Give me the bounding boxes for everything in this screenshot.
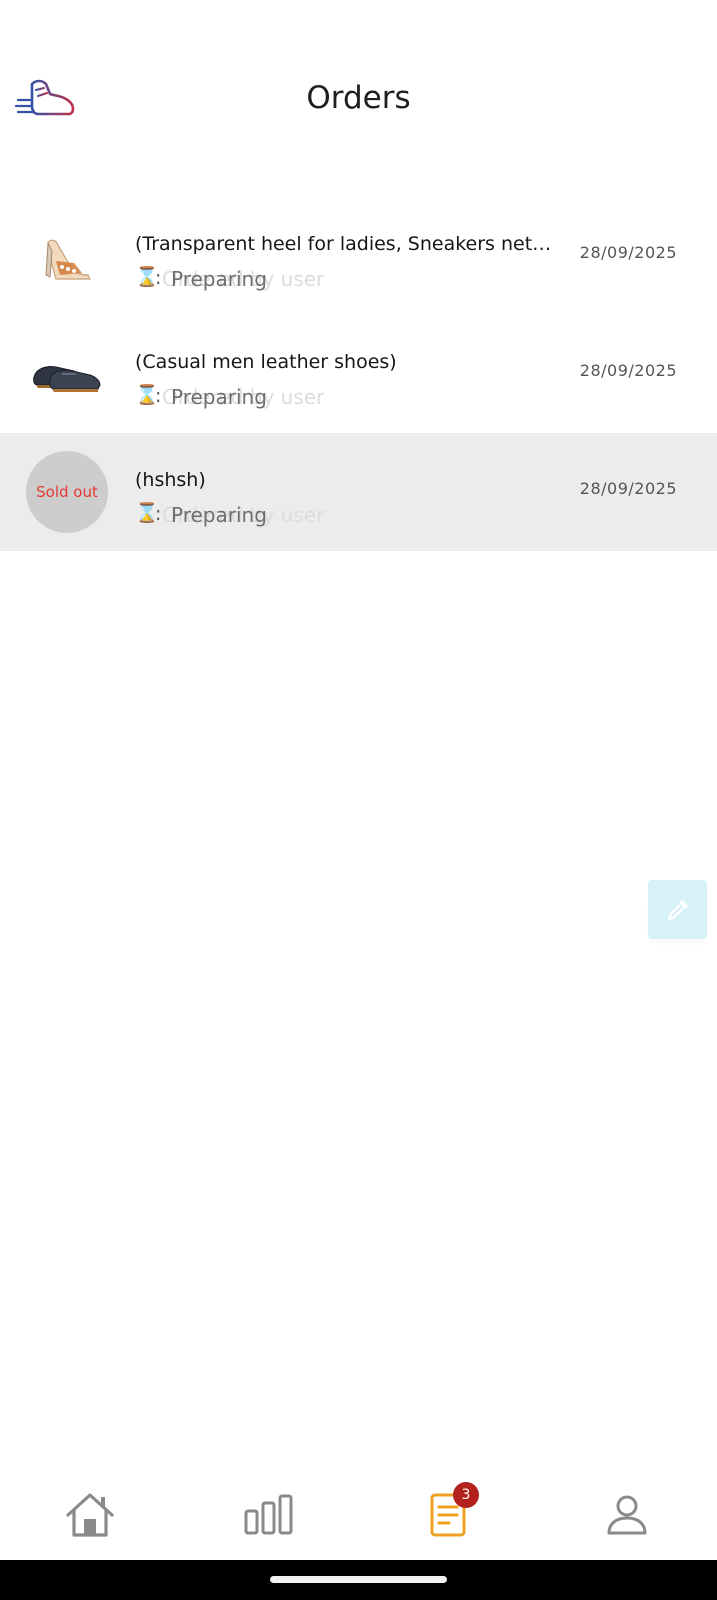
nav-stats[interactable] <box>224 1470 314 1560</box>
order-date: 28/09/2025 <box>579 243 677 262</box>
status-text: Preparing <box>171 267 267 291</box>
order-list: (Transparent heel for ladies, Sneakers n… <box>0 197 717 551</box>
home-icon <box>66 1493 114 1537</box>
user-icon <box>607 1495 647 1535</box>
nav-home[interactable] <box>45 1470 135 1560</box>
order-row-2[interactable]: (Casual men leather shoes) ⌛ : Ordered b… <box>0 315 717 433</box>
sold-out-placeholder: Sold out <box>26 451 108 533</box>
home-gesture-pill[interactable] <box>270 1576 447 1583</box>
sold-out-label: Sold out <box>36 483 98 501</box>
order-row-3[interactable]: Sold out (hshsh) ⌛ : Ordered by user Pre… <box>0 433 717 551</box>
eyedropper-button[interactable] <box>648 880 707 939</box>
order-status: ⌛ : Ordered by user Preparing <box>135 266 325 291</box>
bar-chart-icon <box>244 1494 293 1535</box>
app-header: Orders <box>0 60 717 140</box>
order-name: (Casual men leather shoes) <box>135 351 397 373</box>
order-name: (Transparent heel for ladies, Sneakers n… <box>135 233 555 255</box>
order-name: (hshsh) <box>135 469 206 491</box>
orders-badge: 3 <box>453 1482 479 1508</box>
order-date: 28/09/2025 <box>579 361 677 380</box>
order-date: 28/09/2025 <box>579 479 677 498</box>
nav-profile[interactable] <box>582 1470 672 1560</box>
status-text: Preparing <box>171 503 267 527</box>
bottom-navigation: 3 <box>0 1470 717 1560</box>
status-text: Preparing <box>171 385 267 409</box>
nav-orders[interactable]: 3 <box>403 1470 493 1560</box>
system-navigation-bar <box>0 1560 717 1600</box>
leather-shoes-image <box>26 333 108 415</box>
order-status: ⌛ : Ordered by user Preparing <box>135 502 325 527</box>
eyedropper-icon <box>667 899 688 920</box>
transparent-heel-shoe-image <box>26 215 108 297</box>
order-status: ⌛ : Ordered by user Preparing <box>135 384 325 409</box>
order-row-1[interactable]: (Transparent heel for ladies, Sneakers n… <box>0 197 717 315</box>
page-title: Orders <box>306 80 411 116</box>
